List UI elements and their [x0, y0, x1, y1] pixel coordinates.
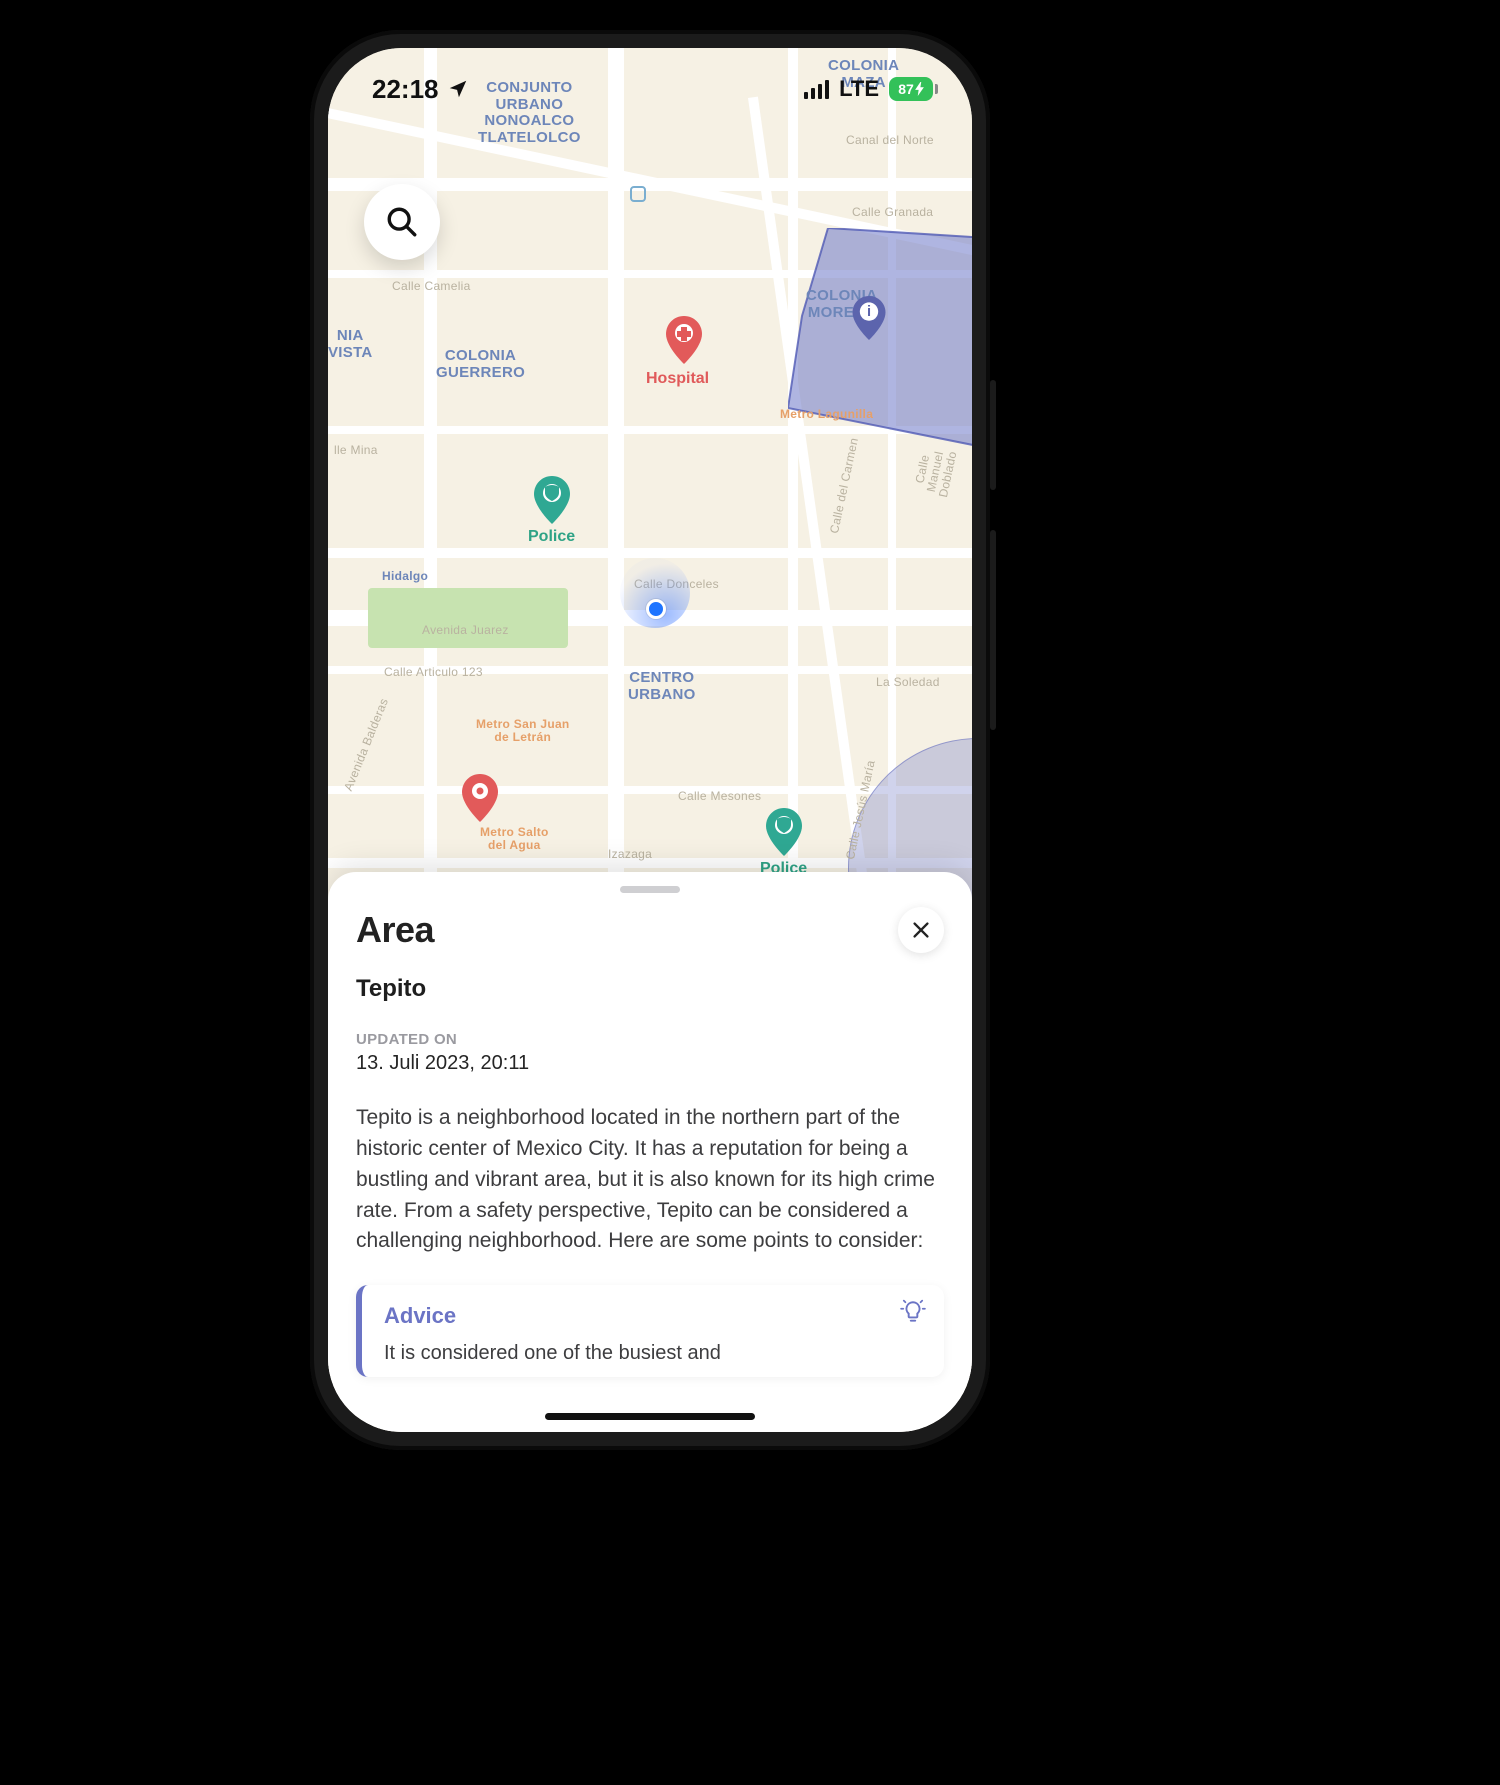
area-sheet[interactable]: Area Tepito UPDATED ON 13. Juli 2023, 20…	[328, 872, 972, 1432]
sheet-title: Area	[356, 909, 434, 951]
side-button	[990, 530, 996, 730]
svg-text:i: i	[867, 304, 871, 320]
sheet-handle[interactable]	[620, 886, 680, 893]
map-street-label: Izazaga	[608, 848, 652, 861]
map-park	[368, 588, 568, 648]
map-area-label: NIA VISTA	[328, 328, 373, 361]
status-bar: 22:18 LTE 87	[328, 48, 972, 110]
map-street-label: Calle del Carmen	[828, 437, 861, 535]
police-pin-label: Police	[528, 528, 575, 546]
map-street-label: Calle Granada	[852, 206, 933, 219]
side-button	[990, 380, 996, 490]
hospital-pin-icon[interactable]	[666, 316, 702, 364]
hospital-pin-label: Hospital	[646, 370, 709, 388]
map-street-label: Avenida Balderas	[342, 697, 391, 793]
map-street-label: Calle Camelia	[392, 280, 471, 293]
phone-frame: CONJUNTO URBANO NONOALCO TLATELOLCO COLO…	[310, 30, 990, 1450]
status-time: 22:18	[372, 74, 439, 105]
close-icon	[910, 919, 932, 941]
map-street-label: Hidalgo	[382, 570, 428, 583]
map-street-label: Calle Mesones	[678, 790, 761, 803]
map-street-label: La Soledad	[876, 676, 940, 689]
sheet-subtitle: Tepito	[356, 975, 944, 1003]
area-description: Tepito is a neighborhood located in the …	[356, 1103, 944, 1257]
police-pin-icon[interactable]	[534, 476, 570, 524]
advice-title: Advice	[384, 1303, 924, 1329]
map-metro-label: Metro Salto del Agua	[480, 826, 549, 852]
lightbulb-icon	[900, 1299, 926, 1325]
map-street-label: Canal del Norte	[846, 134, 934, 147]
map-metro-label: Metro San Juan de Letrán	[476, 718, 570, 744]
map-area-label: CENTRO URBANO	[628, 670, 696, 703]
signal-bars-icon	[804, 79, 829, 99]
network-label: LTE	[839, 76, 879, 102]
search-button[interactable]	[364, 184, 440, 260]
map-street-label: Calle Articulo 123	[384, 666, 483, 679]
police-pin-icon[interactable]	[766, 808, 802, 856]
map-street-label: lle Mina	[334, 444, 378, 457]
home-indicator[interactable]	[545, 1413, 755, 1420]
search-icon	[385, 205, 419, 239]
map-area-label: COLONIA GUERRERO	[436, 348, 525, 381]
location-arrow-icon	[447, 78, 469, 100]
close-button[interactable]	[898, 907, 944, 953]
screen: CONJUNTO URBANO NONOALCO TLATELOLCO COLO…	[328, 48, 972, 1432]
map-poi-icon	[628, 184, 648, 204]
map-pin-icon[interactable]	[462, 774, 498, 822]
updated-on-label: UPDATED ON	[356, 1031, 944, 1048]
battery-level: 87	[898, 81, 914, 97]
advice-card: Advice It is considered one of the busie…	[356, 1285, 944, 1377]
battery-icon: 87	[889, 77, 938, 101]
info-pin-icon[interactable]: i	[852, 296, 886, 340]
user-location-dot	[646, 599, 666, 619]
advice-text: It is considered one of the busiest and	[384, 1339, 924, 1367]
updated-on-value: 13. Juli 2023, 20:11	[356, 1052, 944, 1075]
map-metro-label: Metro Lagunilla	[780, 408, 873, 421]
map-street-label: Avenida Juarez	[422, 624, 509, 637]
